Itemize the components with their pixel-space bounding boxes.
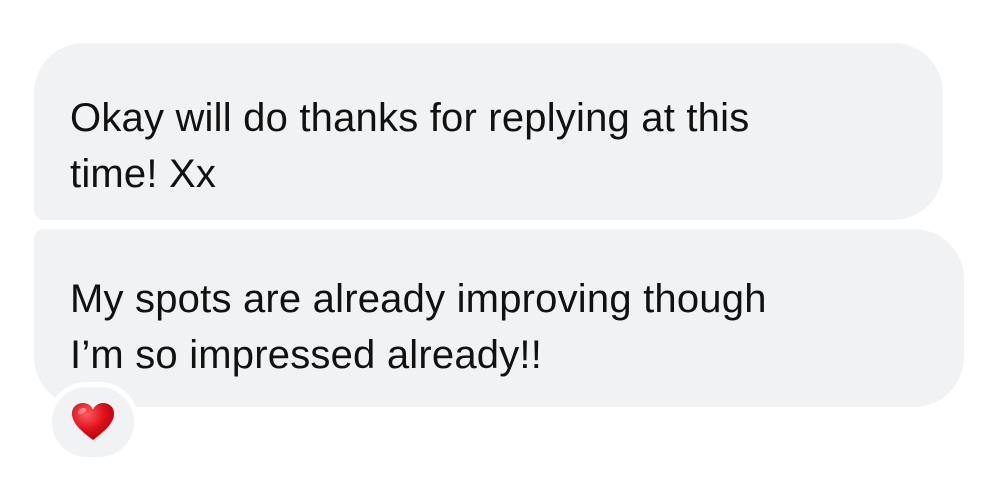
- reaction-badge[interactable]: [47, 382, 139, 462]
- message-text-line: My spots are already improving though: [70, 277, 767, 321]
- message-text-line: time! Xx: [70, 152, 217, 196]
- red-heart-icon: [72, 403, 114, 440]
- message-text-line: I’m so impressed already!!: [70, 333, 543, 377]
- message-bubble-1[interactable]: Okay will do thanks for replying at this…: [34, 43, 943, 220]
- message-text-line: Okay will do thanks for replying at this: [70, 96, 750, 140]
- message-bubble-2[interactable]: My spots are already improving though I’…: [34, 229, 964, 407]
